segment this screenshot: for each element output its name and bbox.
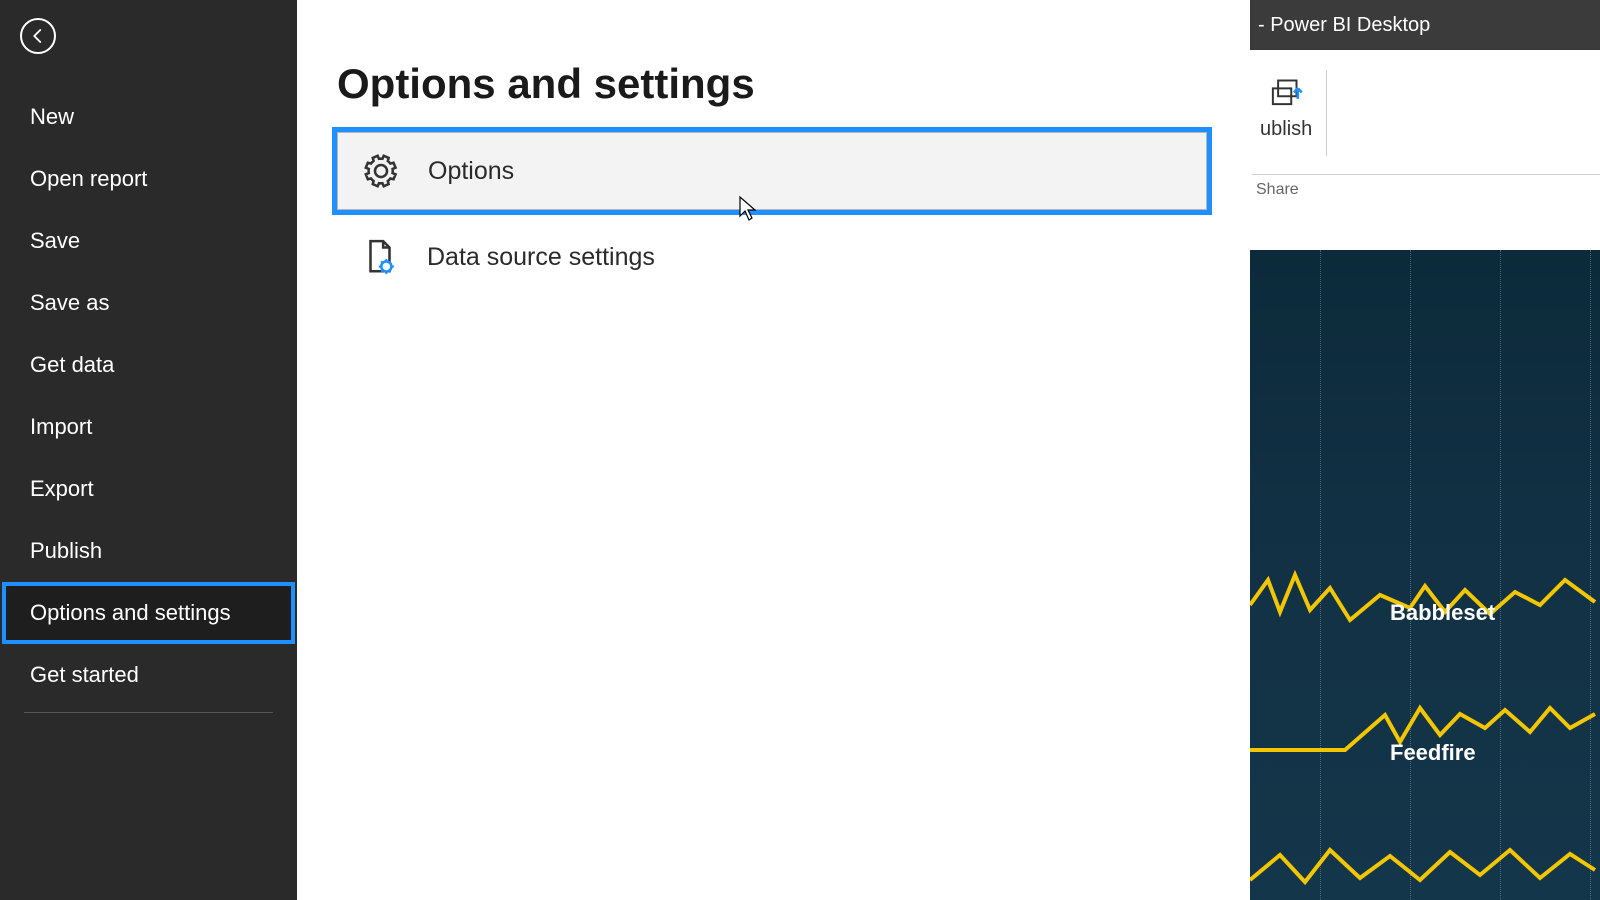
nav-save[interactable]: Save bbox=[2, 210, 295, 272]
nav-publish[interactable]: Publish bbox=[2, 520, 295, 582]
tile-options-label: Options bbox=[428, 157, 514, 186]
tile-options[interactable]: Options bbox=[337, 132, 1207, 210]
sparkline-feedfire bbox=[1250, 680, 1600, 790]
back-arrow-icon bbox=[29, 27, 47, 45]
nav-separator bbox=[24, 712, 273, 713]
publish-label: ublish bbox=[1260, 118, 1312, 141]
gear-icon bbox=[362, 152, 400, 190]
report-canvas-peek: Babbleset Feedfire bbox=[1250, 250, 1600, 900]
series-label-feedfire: Feedfire bbox=[1390, 740, 1476, 766]
nav-options-and-settings[interactable]: Options and settings bbox=[2, 582, 295, 644]
window-title-suffix: - Power BI Desktop bbox=[1258, 14, 1430, 37]
ribbon-group-label: Share bbox=[1252, 174, 1600, 199]
tile-data-source-label: Data source settings bbox=[427, 243, 655, 272]
tile-data-source-settings[interactable]: Data source settings bbox=[337, 218, 1207, 296]
publish-button[interactable]: ublish bbox=[1252, 70, 1320, 151]
back-button[interactable] bbox=[20, 18, 56, 54]
nav-save-as[interactable]: Save as bbox=[2, 272, 295, 334]
nav-new[interactable]: New bbox=[2, 86, 295, 148]
nav-export[interactable]: Export bbox=[2, 458, 295, 520]
main-panel: Options and settings Options Data source… bbox=[297, 0, 1250, 900]
file-menu-sidebar: New Open report Save Save as Get data Im… bbox=[0, 0, 297, 900]
ribbon-divider bbox=[1326, 70, 1327, 156]
document-gear-icon bbox=[361, 238, 399, 276]
background-window-peek: - Power BI Desktop ublish Share bbox=[1250, 0, 1600, 900]
nav-get-started[interactable]: Get started bbox=[2, 644, 295, 706]
window-titlebar: - Power BI Desktop bbox=[1250, 0, 1600, 50]
nav-open[interactable]: Open report bbox=[2, 148, 295, 210]
sparkline-extra bbox=[1250, 820, 1600, 900]
ribbon-share-group: ublish Share bbox=[1250, 50, 1600, 250]
nav-get-data[interactable]: Get data bbox=[2, 334, 295, 396]
page-title: Options and settings bbox=[337, 60, 1210, 108]
publish-icon bbox=[1265, 70, 1307, 112]
nav-import[interactable]: Import bbox=[2, 396, 295, 458]
series-label-babbleset: Babbleset bbox=[1390, 600, 1495, 626]
